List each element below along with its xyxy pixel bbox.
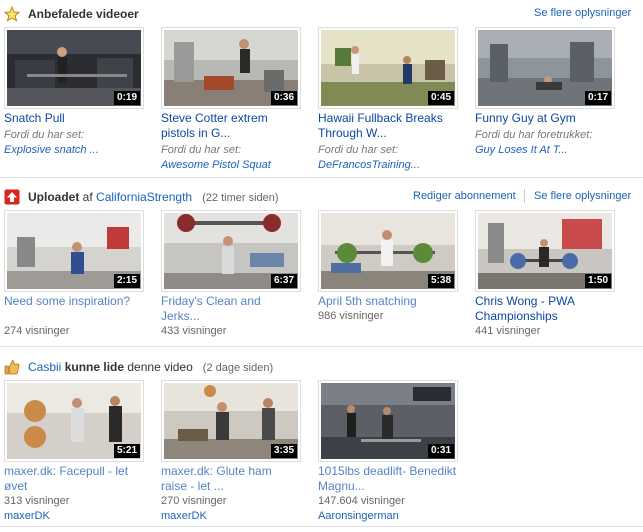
thumbs-up-icon (4, 359, 20, 375)
duration-badge: 5:38 (427, 274, 454, 288)
video-title-link[interactable]: Snatch Pull (4, 111, 144, 126)
view-count: 274 visninger (4, 325, 70, 337)
recommendation-reason: Fordi du har set: (161, 144, 242, 156)
view-count: 986 visninger (318, 310, 384, 322)
video-tile: 0:17 Funny Guy at Gym Fordi du har foret… (475, 27, 615, 167)
uploads-title: Uploadet af CaliforniaStrength (22 timer… (28, 190, 279, 204)
video-title-link[interactable]: Chris Wong - PWA Championships (475, 294, 615, 324)
liked-section: Casbii kunne lide denne video (2 dage si… (0, 356, 643, 524)
star-icon (3, 5, 21, 22)
video-thumbnail[interactable]: 0:17 (475, 27, 615, 109)
video-tile: 5:38 April 5th snatching 986 visninger (318, 210, 458, 336)
video-title-link[interactable]: Need some inspiration? (4, 294, 144, 309)
view-count: 441 visninger (475, 325, 541, 337)
view-count: 433 visninger (161, 325, 227, 337)
uploader-link[interactable]: maxerDK (161, 509, 301, 523)
video-title-link[interactable]: Friday's Clean and Jerks... (161, 294, 301, 324)
upload-time: (22 timer siden) (202, 192, 279, 204)
recommendation-source-link[interactable]: DeFrancosTraining... (318, 158, 458, 172)
video-thumbnail[interactable]: 0:36 (161, 27, 301, 109)
video-title-link[interactable]: maxer.dk: Glute ham raise - let ... (161, 464, 301, 494)
channel-link[interactable]: CaliforniaStrength (96, 190, 192, 204)
liked-time: (2 dage siden) (202, 362, 274, 374)
section-divider (0, 177, 643, 178)
video-tile: 6:37 Friday's Clean and Jerks... 433 vis… (161, 210, 301, 337)
video-title-link[interactable]: Hawaii Fullback Breaks Through W... (318, 111, 458, 141)
video-title-link[interactable]: Steve Cotter extrem pistols in G... (161, 111, 301, 141)
duration-badge: 0:17 (584, 91, 611, 105)
edit-subscription-link[interactable]: Rediger abonnement (413, 190, 516, 202)
video-thumbnail[interactable]: 0:31 (318, 380, 458, 462)
video-tile: 2:15 Need some inspiration? 274 visninge… (4, 210, 144, 337)
uploads-more-link[interactable]: Se flere oplysninger (534, 190, 631, 202)
duration-badge: 6:37 (270, 274, 297, 288)
section-divider (0, 526, 643, 527)
video-tile: 3:35 maxer.dk: Glute ham raise - let ...… (161, 380, 301, 523)
section-divider (0, 346, 643, 347)
video-tile: 0:45 Hawaii Fullback Breaks Through W...… (318, 27, 458, 171)
duration-badge: 0:36 (270, 91, 297, 105)
duration-badge: 0:31 (427, 444, 454, 458)
video-thumbnail[interactable]: 0:45 (318, 27, 458, 109)
duration-badge: 5:21 (113, 444, 140, 458)
uploads-header: Uploadet af CaliforniaStrength (22 timer… (0, 186, 643, 208)
video-title-link[interactable]: maxer.dk: Facepull - let øvet (4, 464, 144, 494)
liked-title: Casbii kunne lide denne video (2 dage si… (28, 360, 274, 374)
video-tile: 1:50 Chris Wong - PWA Championships 441 … (475, 210, 615, 337)
duration-badge: 0:19 (113, 91, 140, 105)
recommendation-source-link[interactable]: Awesome Pistol Squat (161, 158, 301, 172)
duration-badge: 0:45 (427, 91, 454, 105)
recommended-title: Anbefalede videoer (28, 7, 139, 21)
video-title-link[interactable]: April 5th snatching (318, 294, 458, 309)
video-tile: 0:31 1015lbs deadlift- Benedikt Magnu...… (318, 380, 458, 523)
video-thumbnail[interactable]: 0:19 (4, 27, 144, 109)
upload-arrow-icon (4, 189, 20, 205)
recommendation-source-link[interactable]: Guy Loses It At T... (475, 143, 615, 157)
recommendation-reason: Fordi du har foretrukket: (475, 129, 593, 141)
uploads-section: Uploadet af CaliforniaStrength (22 timer… (0, 186, 643, 342)
video-thumbnail[interactable]: 2:15 (4, 210, 144, 292)
recommendation-source-link[interactable]: Explosive snatch ... (4, 143, 144, 157)
recommended-section: Anbefalede videoer Se flere oplysninger … (0, 3, 643, 173)
view-count: 313 visninger (4, 495, 70, 507)
view-count: 270 visninger (161, 495, 227, 507)
video-tile: 0:36 Steve Cotter extrem pistols in G...… (161, 27, 301, 171)
video-title-link[interactable]: 1015lbs deadlift- Benedikt Magnu... (318, 464, 458, 494)
duration-badge: 2:15 (113, 274, 140, 288)
video-thumbnail[interactable]: 6:37 (161, 210, 301, 292)
view-count: 147.604 visninger (318, 495, 405, 507)
recommended-header: Anbefalede videoer Se flere oplysninger (0, 3, 643, 25)
duration-badge: 3:35 (270, 444, 297, 458)
video-thumbnail[interactable]: 3:35 (161, 380, 301, 462)
liked-header: Casbii kunne lide denne video (2 dage si… (0, 356, 643, 378)
recommended-more-link[interactable]: Se flere oplysninger (534, 7, 631, 19)
video-thumbnail[interactable]: 5:21 (4, 380, 144, 462)
user-link[interactable]: Casbii (28, 360, 61, 374)
video-thumbnail[interactable]: 5:38 (318, 210, 458, 292)
recommendation-reason: Fordi du har set: (318, 144, 399, 156)
uploader-link[interactable]: maxerDK (4, 509, 144, 523)
video-thumbnail[interactable]: 1:50 (475, 210, 615, 292)
video-tile: 0:19 Snatch Pull Fordi du har set: Explo… (4, 27, 144, 167)
video-tile: 5:21 maxer.dk: Facepull - let øvet 313 v… (4, 380, 144, 523)
video-title-link[interactable]: Funny Guy at Gym (475, 111, 615, 126)
link-separator (524, 189, 525, 203)
duration-badge: 1:50 (584, 274, 611, 288)
recommendation-reason: Fordi du har set: (4, 129, 85, 141)
uploader-link[interactable]: Aaronsingerman (318, 509, 458, 523)
